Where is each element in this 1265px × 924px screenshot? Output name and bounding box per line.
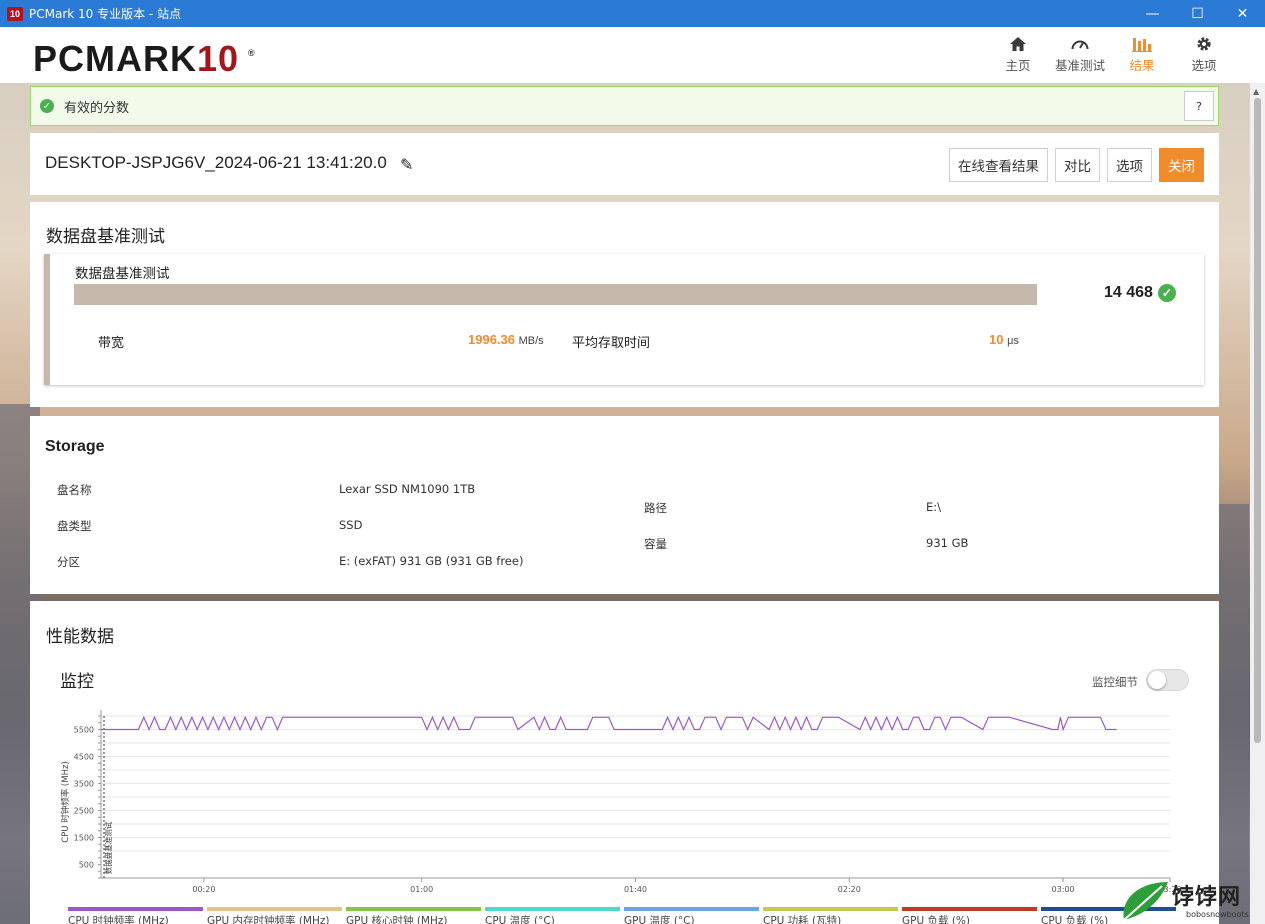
result-title-card: DESKTOP-JSPJG6V_2024-06-21 13:41:20.0 ✎ … [30,133,1219,195]
benchmark-section-title: 数据盘基准测试 [46,227,165,247]
nav-benchmarks[interactable]: 基准测试 [1049,33,1111,74]
x-tick-label: 01:00 [410,885,433,894]
main-nav: 主页 基准测试 结果 选项 [987,33,1235,74]
vertical-scrollbar[interactable]: ▲ [1250,83,1265,924]
nav-results-label: 结果 [1129,58,1155,73]
nav-results[interactable]: 结果 [1111,33,1173,74]
access-time-label: 平均存取时间 [572,336,651,351]
monitor-detail-label: 监控细节 [1092,675,1138,689]
monitor-title: 监控 [60,672,94,692]
score-value: 14 468 [1104,284,1153,301]
y-tick-label: 3500 [74,780,94,789]
result-title: DESKTOP-JSPJG6V_2024-06-21 13:41:20.0 [45,153,387,172]
valid-score-text: 有效的分数 [64,100,130,116]
benchmark-card: 数据盘基准测试 数据盘基准测试 14 468 ✓ 带宽 1996.36 MB/s… [30,202,1219,407]
close-result-button[interactable]: 关闭 [1159,148,1204,182]
legend-item[interactable]: GPU 核心时钟 (MHz) [346,907,481,924]
y-axis-label: CPU 时钟频率 (MHz) [60,761,71,843]
minimize-button[interactable]: — [1130,0,1175,27]
x-tick-label: 03:00 [1052,885,1075,894]
home-icon [1009,33,1027,55]
chart-legend: CPU 时钟频率 (MHz) GPU 内存时钟频率 (MHz) GPU 核心时钟 (… [68,907,1176,924]
edit-pencil-icon[interactable]: ✎ [400,155,413,174]
storage-title: Storage [45,438,105,455]
window-titlebar: 10 PCMark 10 专业版本 - 站点 — ☐ ✕ [0,0,1265,27]
benchmark-score: 14 468 ✓ [1104,284,1176,302]
options-button[interactable]: 选项 [1107,148,1152,182]
access-time-value: 10 μs [989,332,1019,347]
maximize-button[interactable]: ☐ [1175,0,1220,27]
storage-card: Storage 盘名称 Lexar SSD NM1090 1TB 盘类型 SSD… [30,416,1219,594]
x-tick-label: 00:20 [192,885,215,894]
nav-options[interactable]: 选项 [1173,33,1235,74]
nav-options-label: 选项 [1191,58,1217,73]
x-tick-label: 01:40 [624,885,647,894]
disk-type-value: SSD [339,518,363,532]
nav-home-label: 主页 [1005,58,1031,73]
bandwidth-value: 1996.36 MB/s [468,332,544,347]
series-line-cpu-clock [101,715,1117,732]
score-bar [74,284,1037,305]
watermark-text: 饽饽网 [1172,885,1242,910]
capacity-value: 931 GB [926,536,969,550]
capacity-label: 容量 [644,537,667,551]
disk-name-value: Lexar SSD NM1090 1TB [339,482,476,496]
y-tick-label: 1500 [74,834,94,843]
nav-home[interactable]: 主页 [987,33,1049,74]
annotation-label: 数据盘基准测试 [103,821,113,874]
disk-type-label: 盘类型 [57,519,92,533]
y-tick-label: 5500 [74,726,94,735]
gear-icon [1195,33,1213,55]
scroll-up-arrow-icon[interactable]: ▲ [1253,87,1259,96]
benchmark-result-box: 数据盘基准测试 14 468 ✓ 带宽 1996.36 MB/s 平均存取时间 … [44,254,1204,385]
legend-item[interactable]: CPU 时钟频率 (MHz) [68,907,203,924]
monitor-chart: 500 1500 2500 3500 4500 5500 00:20 01:00 01:40 02… [60,710,1182,894]
performance-title: 性能数据 [46,627,114,647]
legend-item[interactable]: GPU 温度 (°C) [624,907,759,924]
performance-card: 性能数据 监控 监控细节 500 1500 2500 3500 4500 5500 00:2… [30,601,1219,924]
y-tick-label: 2500 [74,807,94,816]
check-circle-icon: ✓ [1157,284,1176,302]
check-circle-icon: ✓ [40,99,54,113]
scroll-thumb[interactable] [1254,98,1261,743]
disk-name-label: 盘名称 [57,483,92,497]
legend-item[interactable]: GPU 内存时钟频率 (MHz) [207,907,342,924]
app-icon: 10 [7,6,23,21]
y-tick-label: 4500 [74,753,94,762]
app-header: PCMARK10 ® 主页 基准测试 结果 选项 [0,27,1265,83]
close-window-button[interactable]: ✕ [1220,0,1265,27]
monitor-detail-toggle[interactable] [1146,669,1189,691]
partition-label: 分区 [57,555,80,569]
watermark-url: bobosnowboots [1186,910,1249,919]
path-label: 路径 [644,501,667,515]
view-online-button[interactable]: 在线查看结果 [949,148,1048,182]
compare-button[interactable]: 对比 [1055,148,1100,182]
y-tick-label: 500 [79,861,94,870]
path-value: E:\ [926,500,942,514]
toggle-knob [1148,671,1166,689]
help-button[interactable]: ? [1184,91,1214,121]
legend-item[interactable]: CPU 功耗 (瓦特) [763,907,898,924]
result-actions: 在线查看结果 对比 选项 关闭 [949,148,1204,182]
benchmark-name: 数据盘基准测试 [75,266,170,282]
legend-item[interactable]: GPU 负载 (%) [902,907,1037,924]
bandwidth-label: 带宽 [98,336,125,351]
gauge-icon [1070,33,1090,55]
pcmark-logo: PCMARK10 ® [33,38,256,79]
x-tick-label: 02:20 [838,885,861,894]
nav-benchmarks-label: 基准测试 [1054,58,1105,73]
bar-chart-icon [1132,33,1152,55]
valid-score-banner: ✓ 有效的分数 ? [30,86,1219,126]
legend-item[interactable]: CPU 温度 (°C) [485,907,620,924]
partition-value: E: (exFAT) 931 GB (931 GB free) [339,554,524,568]
window-title: PCMark 10 专业版本 - 站点 [29,7,182,21]
